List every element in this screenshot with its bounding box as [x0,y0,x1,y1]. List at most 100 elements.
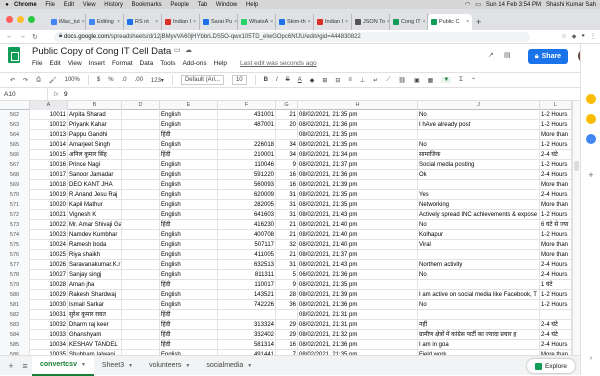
back-icon[interactable]: ← [6,33,13,41]
text-wrap-icon[interactable]: ↵ [373,77,378,84]
cell-j[interactable]: No [418,270,540,280]
row-number[interactable]: 563 [0,120,30,130]
cell-f[interactable]: 411005 [218,250,276,260]
cell-j[interactable] [418,130,540,140]
cell-g[interactable]: 21 [276,250,298,260]
cell-b[interactable]: Arpita Sharad [68,110,122,120]
cell-l[interactable]: 2-4 घंटे [540,150,572,160]
cell-j[interactable]: Ok [418,170,540,180]
row-number[interactable]: 583 [0,320,30,330]
cell-l[interactable]: 1-2 Hours [540,210,572,220]
table-row[interactable]: 563 10012 Priyank Kahar English 487001 20 08/0… [0,120,572,130]
zoom-window-button[interactable] [28,16,35,23]
cell-l[interactable]: 2-4 घंटे [540,330,572,340]
cell-h[interactable]: 08/02/2021, 21:31 pm [298,320,418,330]
menu-addons[interactable]: Add-ons [182,60,206,67]
cell-a[interactable]: 10026 [30,260,68,270]
close-window-button[interactable] [6,16,13,23]
cell-b[interactable]: Ghanshyam [68,330,122,340]
cell-g[interactable]: 16 [276,340,298,350]
cell-a[interactable]: 10032 [30,320,68,330]
row-number[interactable]: 562 [0,110,30,120]
row-number[interactable]: 571 [0,200,30,210]
cell-e[interactable]: हिंदी [160,280,218,290]
close-tab-icon[interactable]: × [117,19,120,25]
column-header-l[interactable]: L [540,101,572,110]
cell-e[interactable]: हिंदी [160,330,218,340]
all-sheets-icon[interactable]: ≡ [18,361,32,371]
sheet-tab-convertcsv[interactable]: convertcsv ▼ [32,355,94,376]
select-all-corner[interactable] [0,101,30,110]
cell-a[interactable]: 10012 [30,120,68,130]
cell-j[interactable]: सामाजिक [418,150,540,160]
table-row[interactable]: 574 10023 Namdev Kumbhar English 400708 21 08/… [0,230,572,240]
cell-j[interactable]: I am in goa [418,340,540,350]
cell-e[interactable]: हिंदी [160,310,218,320]
cell-a[interactable]: 10034 [30,340,68,350]
chevron-down-icon[interactable]: ▼ [81,355,86,375]
browser-tab[interactable]: Sarai Pu × [200,14,238,30]
cell-e[interactable]: हिंदी [160,320,218,330]
cell-l[interactable]: 1-2 Hours [540,120,572,130]
menu-help[interactable]: Help [214,60,227,67]
cell-e[interactable]: English [160,160,218,170]
cell-f[interactable] [218,130,276,140]
column-header-j[interactable]: J [418,101,540,110]
fill-color-icon[interactable]: ◆ [310,77,315,84]
borders-icon[interactable]: ⊞ [322,77,327,84]
cell-l[interactable]: More than [540,250,572,260]
cell-h[interactable]: 08/02/2021, 21:39 pm [298,180,418,190]
row-number[interactable]: 580 [0,290,30,300]
close-tab-icon[interactable]: × [423,19,426,25]
row-number[interactable]: 585 [0,340,30,350]
cell-a[interactable]: 10027 [30,270,68,280]
browser-tab[interactable]: Editing × [86,14,124,30]
cell-d[interactable] [122,240,160,250]
cell-a[interactable]: 10017 [30,170,68,180]
text-rotate-icon[interactable]: ⟋ [386,77,390,84]
sheet-tab-sheet3[interactable]: Sheet3 ▼ [94,356,141,376]
cell-b[interactable]: Amarjeet Singh [68,140,122,150]
close-tab-icon[interactable]: × [466,19,469,25]
cell-g[interactable]: 34 [276,150,298,160]
table-row[interactable]: 569 10018 DEO KANT JHA English 560093 16 08/02… [0,180,572,190]
font-size-select[interactable]: 10 [231,75,247,85]
cell-l[interactable] [540,310,572,320]
cell-g[interactable]: 34 [276,140,298,150]
cell-e[interactable]: English [160,300,218,310]
cell-h[interactable]: 08/02/2021, 21:35 pm [298,280,418,290]
close-tab-icon[interactable]: × [193,19,196,25]
cell-l[interactable]: 2-4 Hours [540,340,572,350]
cell-g[interactable] [276,130,298,140]
expand-panel-icon[interactable]: › [586,354,596,364]
cell-f[interactable]: 560093 [218,180,276,190]
cell-f[interactable]: 416230 [218,220,276,230]
browser-tab[interactable]: RS nt × [124,14,162,30]
menu-insert[interactable]: Insert [89,60,105,67]
cell-a[interactable]: 10021 [30,210,68,220]
cell-f[interactable]: 632513 [218,260,276,270]
cell-g[interactable]: 29 [276,330,298,340]
cell-f[interactable] [218,310,276,320]
cell-a[interactable]: 10022 [30,220,68,230]
insert-link-icon[interactable]: ⛓︎ [398,77,406,84]
browser-tab[interactable]: JSON To × [352,14,390,30]
cell-g[interactable]: 16 [276,170,298,180]
table-row[interactable]: 576 10025 Riya shaikh English 411005 21 08/02/… [0,250,572,260]
cell-a[interactable]: 10029 [30,290,68,300]
cell-a[interactable]: 10033 [30,330,68,340]
comments-icon[interactable]: ▤ [504,51,511,59]
row-number[interactable]: 568 [0,170,30,180]
cell-e[interactable]: English [160,120,218,130]
cell-d[interactable] [122,110,160,120]
cell-l[interactable]: 1-2 Hours [540,290,572,300]
cell-g[interactable] [276,310,298,320]
cell-h[interactable]: 08/02/2021, 21:37 pm [298,160,418,170]
cell-g[interactable]: 28 [276,290,298,300]
cell-e[interactable]: हिंदी [160,340,218,350]
activity-icon[interactable]: ↗ [488,51,494,59]
keep-icon[interactable] [586,114,596,124]
bookmark-star-icon[interactable]: ☆ [561,33,566,40]
star-icon[interactable]: ☆ [162,46,169,55]
row-number[interactable]: 579 [0,280,30,290]
